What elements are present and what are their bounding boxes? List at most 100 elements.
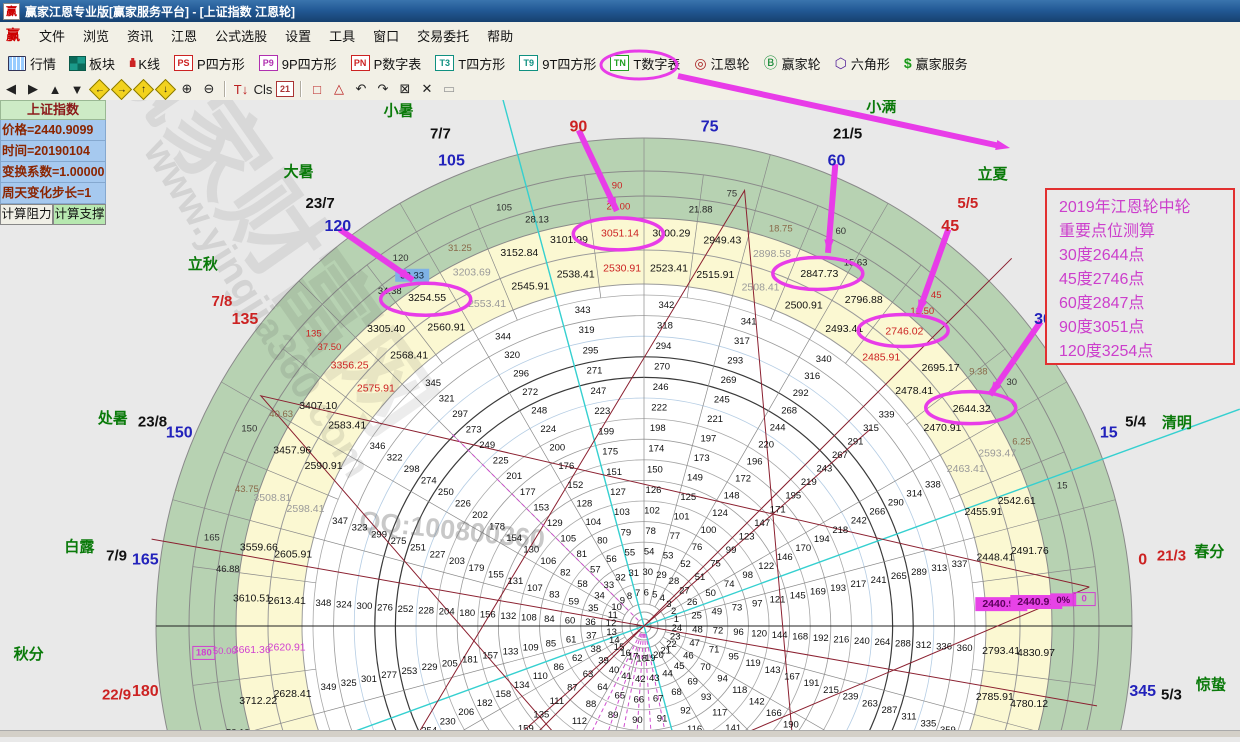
tool-calendar[interactable]: 21 — [275, 80, 295, 98]
toolbar-button-t-square[interactable]: T3T四方形 — [429, 52, 511, 75]
toolbar-button-sectors[interactable]: 板块 — [64, 52, 121, 75]
price-inner-value: 2478.41 — [895, 385, 933, 397]
wheel-number: 220 — [758, 439, 774, 450]
wheel-number: 125 — [680, 492, 696, 503]
tool-square-tool[interactable]: □ — [307, 80, 327, 98]
tool-pan-up[interactable]: ↑ — [133, 80, 153, 98]
wheel-number: 172 — [735, 474, 751, 485]
toolbar-button-p-table[interactable]: PNP数字表 — [345, 52, 428, 75]
menu-item-设置[interactable]: 设置 — [276, 26, 320, 47]
price-outer-value: 3152.84 — [500, 247, 538, 259]
tool-t-down[interactable]: T↓ — [231, 80, 251, 98]
tool-nav-down[interactable]: ▼ — [67, 80, 87, 98]
tool-nav-back[interactable]: ◀ — [1, 80, 21, 98]
menu-item-文件[interactable]: 文件 — [30, 26, 74, 47]
wheel-number: 104 — [585, 517, 601, 528]
price-outer-value: 3610.51 — [233, 592, 271, 604]
wheel-number: 28 — [669, 576, 680, 587]
wheel-number: 74 — [724, 579, 735, 590]
toolbar-button-9t-square[interactable]: T99T四方形 — [513, 52, 602, 75]
index-data-panel: 上证指数 价格=2440.9099时间=20190104变换系数=1.00000… — [0, 100, 106, 225]
wheel-number: 335 — [920, 718, 936, 729]
wheel-number: 6 — [644, 588, 649, 599]
wheel-number: 67 — [653, 693, 664, 704]
note-line-5: 90度3051点 — [1059, 316, 1233, 340]
price-outer-value: 2796.88 — [845, 294, 883, 306]
toolbar-button-winner-wheel[interactable]: Ⓑ赢家轮 — [758, 52, 827, 75]
wheel-number: 273 — [466, 425, 482, 436]
toolbar-label-t-table: T数字表 — [633, 54, 680, 73]
tool-rotate-cw[interactable]: ↷ — [373, 80, 393, 98]
toolbar-button-kline[interactable]: ıllıK线 — [123, 52, 166, 75]
wheel-number: 68 — [671, 687, 682, 698]
tool-nav-forward[interactable]: ▶ — [23, 80, 43, 98]
tool-boxed-x-tool[interactable]: ⊠ — [395, 80, 415, 98]
toolbar-label-p-table: P数字表 — [374, 54, 422, 73]
price-inner-value: 2605.91 — [274, 548, 312, 560]
wheel-number: 27 — [679, 585, 690, 596]
menu-item-帮助[interactable]: 帮助 — [478, 26, 522, 47]
tool-cross-tool[interactable]: ✕ — [417, 80, 437, 98]
outer-angle-label-105: 105 — [438, 153, 465, 170]
toolbar-button-winner-service[interactable]: $赢家服务 — [898, 52, 974, 75]
toolbar-button-gann-wheel[interactable]: ◎江恩轮 — [688, 52, 755, 75]
tool-zoom-out[interactable]: ⊖ — [199, 80, 219, 98]
wheel-number: 56 — [606, 554, 617, 565]
wheel-number: 360 — [957, 643, 973, 654]
calc-support-button[interactable]: 计算支撑 — [53, 204, 106, 225]
gann-wheel-canvas[interactable]: 赢家财富网www.yingjia360.comQQ:10080036012345… — [0, 100, 1240, 737]
wheel-number: 323 — [352, 523, 368, 534]
menu-item-工具[interactable]: 工具 — [320, 26, 364, 47]
menu-item-交易委托[interactable]: 交易委托 — [408, 26, 478, 47]
angle-ring-value: 75 — [727, 188, 738, 199]
toolbar-button-quotes[interactable]: 行情 — [2, 52, 62, 75]
tool-screen-tool[interactable]: ▭ — [439, 80, 459, 98]
menu-item-公式选股[interactable]: 公式选股 — [206, 26, 276, 47]
wheel-number: 322 — [387, 452, 403, 463]
wheel-number: 121 — [770, 595, 786, 606]
wheel-number: 265 — [891, 571, 907, 582]
tool-zoom-in[interactable]: ⊕ — [177, 80, 197, 98]
toolbar-label-9p-square: 9P四方形 — [282, 54, 337, 73]
price-inner-value: 2485.91 — [862, 352, 900, 364]
pan-up-icon: ↑ — [132, 78, 153, 99]
tool-pan-left[interactable]: ← — [89, 80, 109, 98]
wheel-number: 342 — [658, 300, 674, 311]
toolbar-button-9p-square[interactable]: P99P四方形 — [253, 52, 343, 75]
price-outer-value: 2542.61 — [998, 495, 1036, 507]
wheel-number: 77 — [670, 531, 681, 542]
menu-item-窗口[interactable]: 窗口 — [364, 26, 408, 47]
toolbar-button-t-table[interactable]: TNT数字表 — [604, 52, 686, 75]
toolbar-label-gann-wheel: 江恩轮 — [711, 54, 750, 73]
tool-rotate-ccw[interactable]: ↶ — [351, 80, 371, 98]
date-label-23-8: 23/8 — [138, 413, 167, 430]
tool-nav-up[interactable]: ▲ — [45, 80, 65, 98]
calc-resistance-button[interactable]: 计算阻力 — [0, 204, 53, 225]
toolbar-button-hexagon[interactable]: ⬡六角形 — [829, 52, 896, 75]
pan-left-glyph: ← — [94, 84, 104, 95]
wheel-number: 178 — [489, 521, 505, 532]
wheel-number: 31 — [628, 568, 639, 579]
wheel-number: 29 — [656, 570, 667, 581]
angle-ring-value: 30 — [1006, 377, 1017, 388]
title-bar: 赢 赢家江恩专业版[赢家服务平台] - [上证指数 江恩轮] — [0, 0, 1240, 22]
wheel-number: 222 — [651, 403, 667, 414]
wheel-number: 158 — [495, 689, 511, 700]
wheel-number: 156 — [480, 610, 496, 621]
tool-pan-right[interactable]: → — [111, 80, 131, 98]
toolbar-button-p-square[interactable]: PSP四方形 — [168, 52, 251, 75]
wheel-number: 4 — [660, 593, 665, 604]
wheel-number: 128 — [576, 498, 592, 509]
wheel-number: 297 — [452, 409, 468, 420]
wheel-number: 291 — [848, 437, 864, 448]
wheel-number: 239 — [843, 692, 859, 703]
tool-cls[interactable]: Cls — [253, 80, 273, 98]
p-square-icon: PS — [174, 55, 193, 71]
tool-pan-down[interactable]: ↓ — [155, 80, 175, 98]
date-label-5-4: 5/4 — [1125, 413, 1147, 430]
menu-item-浏览[interactable]: 浏览 — [74, 26, 118, 47]
menu-item-江恩[interactable]: 江恩 — [162, 26, 206, 47]
menu-item-资讯[interactable]: 资讯 — [118, 26, 162, 47]
wheel-number: 268 — [781, 405, 797, 416]
tool-triangle-tool[interactable]: △ — [329, 80, 349, 98]
